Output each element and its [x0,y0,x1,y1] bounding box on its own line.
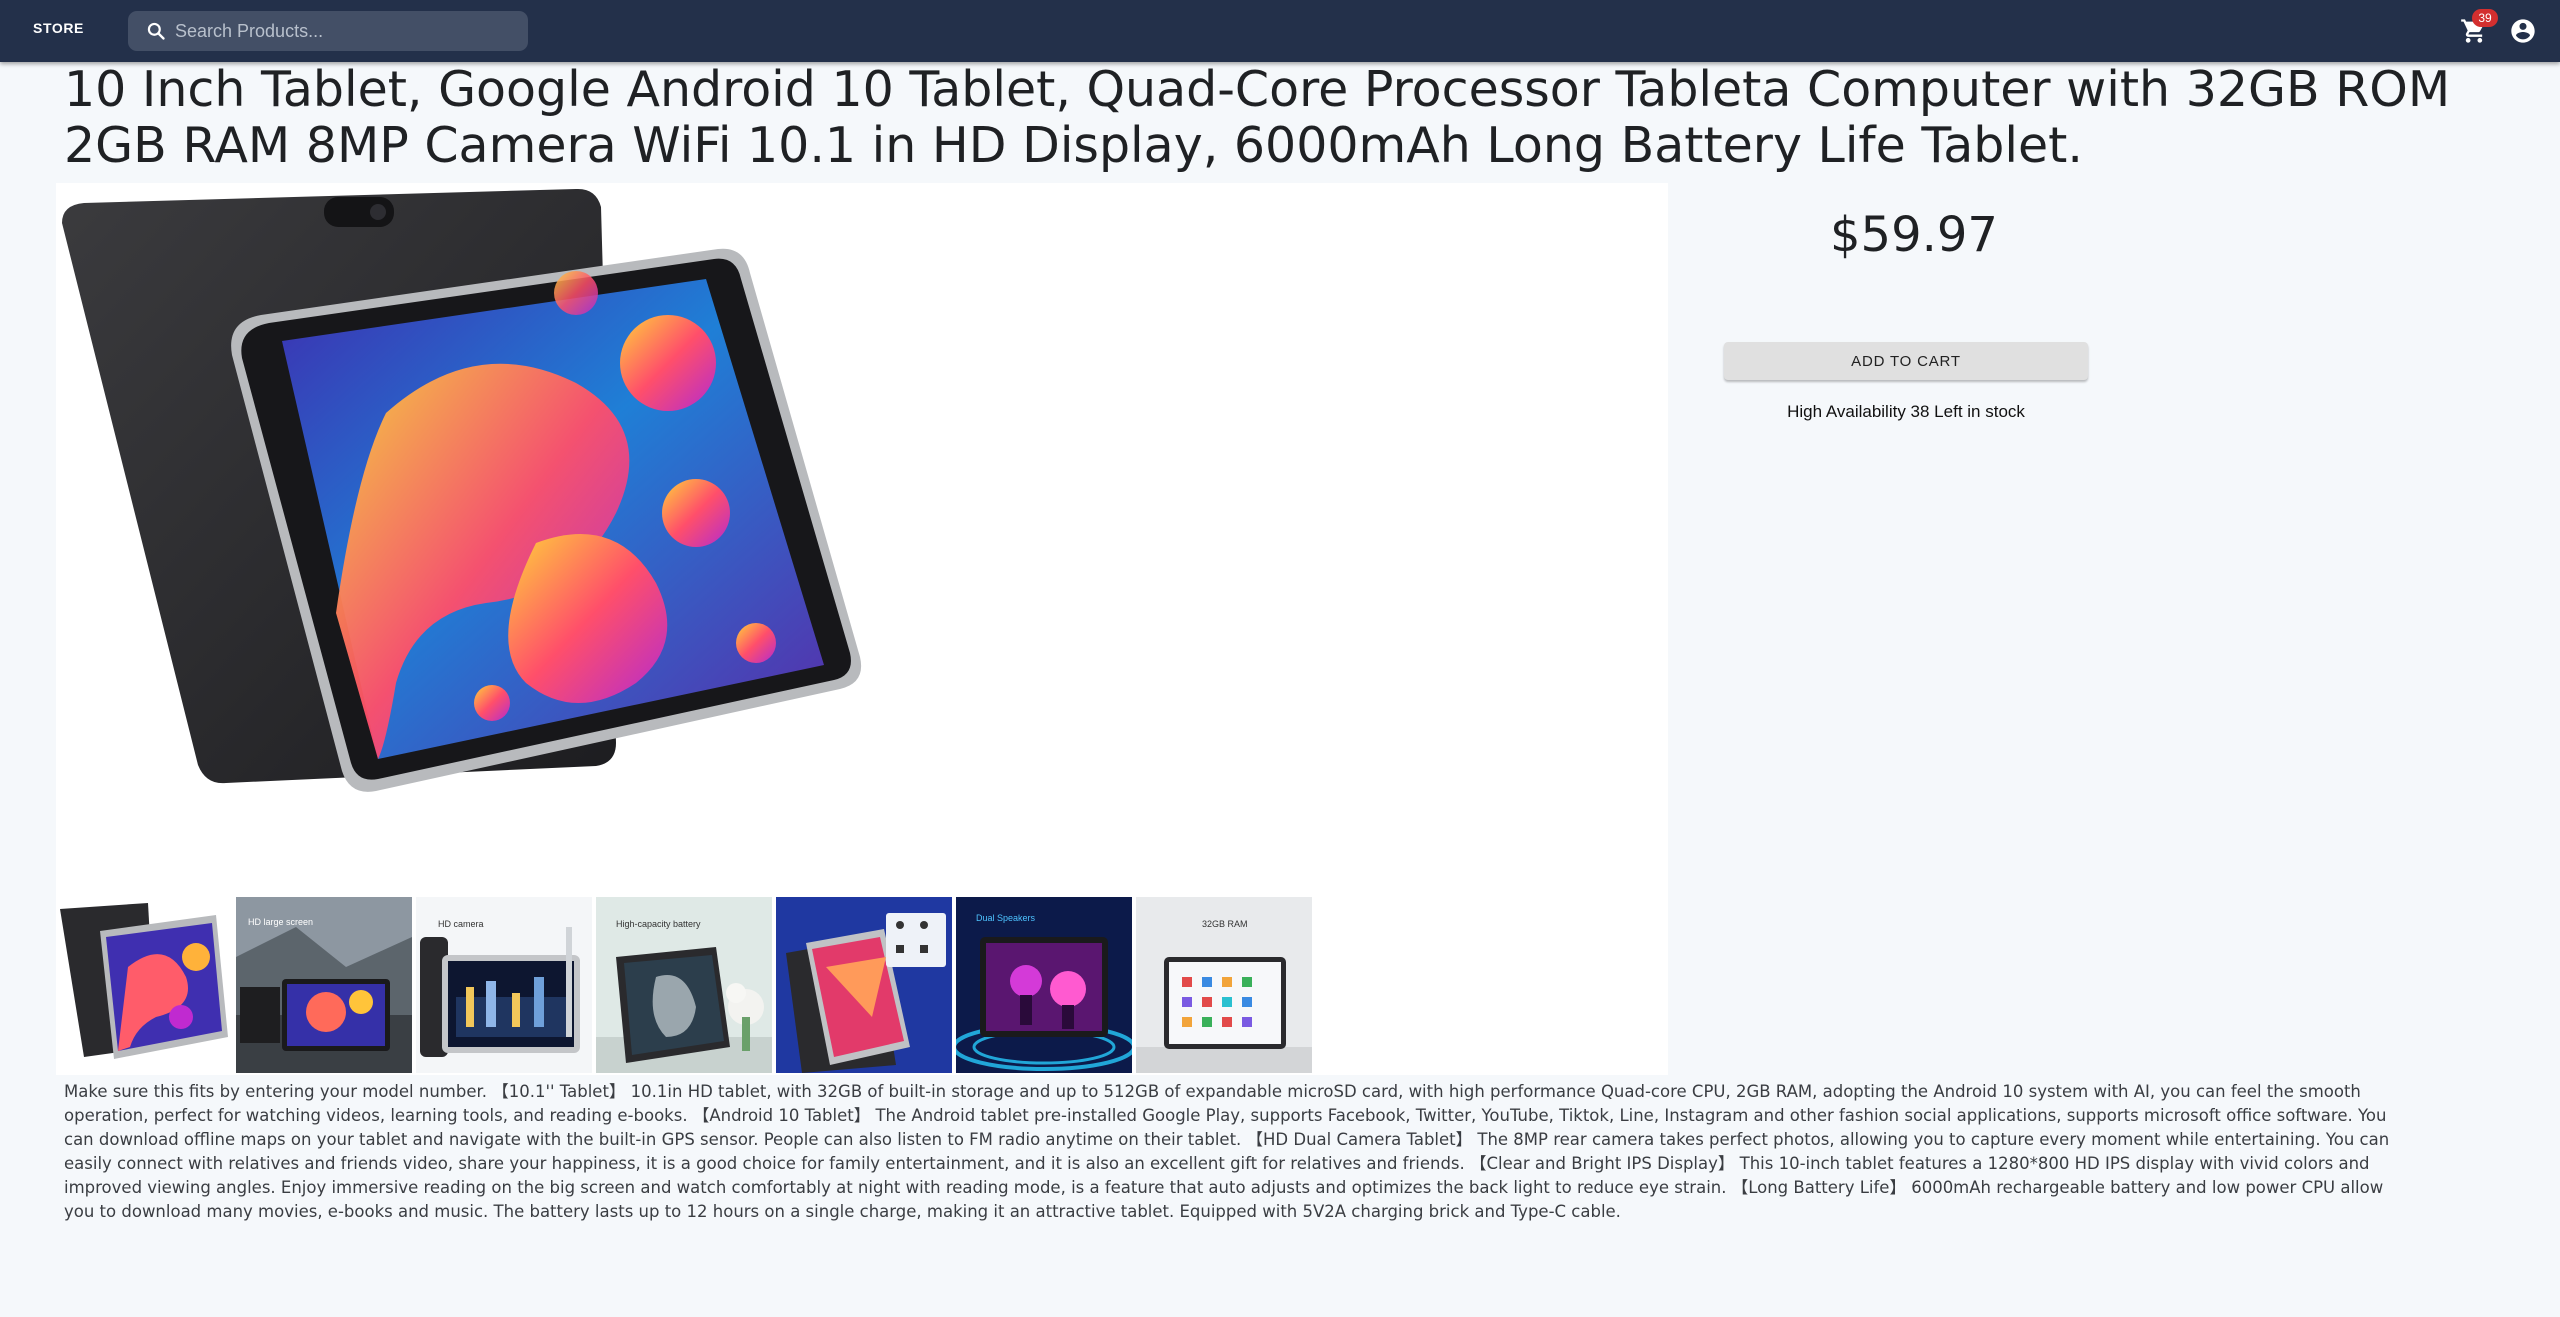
thumbnail[interactable]: High-capacity battery [596,897,772,1073]
main-product-image [56,183,936,893]
store-logo[interactable]: STORE [33,20,84,36]
thumbnail-caption: High-capacity battery [616,919,701,929]
thumbnail[interactable]: HD large screen [236,897,412,1073]
product-description: Make sure this fits by entering your mod… [64,1082,2390,1221]
thumbnail[interactable] [56,897,232,1073]
cart-count-badge: 39 [2472,9,2498,27]
thumbnail[interactable]: 32GB RAM [1136,897,1312,1073]
product-title: 10 Inch Tablet, Google Android 10 Tablet… [64,61,2451,174]
account-circle-icon[interactable] [2509,17,2537,45]
stock-status: High Availability 38 Left in stock [1787,402,2025,421]
thumbnail[interactable]: Dual Speakers [956,897,1132,1073]
product-price: $59.97 [1830,207,1998,263]
thumbnail-caption: 32GB RAM [1202,919,1248,929]
product-gallery: HD large screen HD camera High-capacity … [56,183,1668,1075]
search-bar[interactable] [128,11,528,51]
thumbnail-caption: Dual Speakers [976,913,1036,923]
search-icon [147,22,165,40]
thumbnail[interactable] [776,897,952,1073]
thumbnail-caption: HD camera [438,919,484,929]
thumbnail-caption: HD large screen [248,917,314,927]
add-to-cart-button[interactable]: ADD TO CART [1724,342,2088,380]
top-navbar: STORE 39 [0,0,2560,62]
search-input[interactable] [175,11,515,51]
thumbnail[interactable]: HD camera [416,897,592,1073]
